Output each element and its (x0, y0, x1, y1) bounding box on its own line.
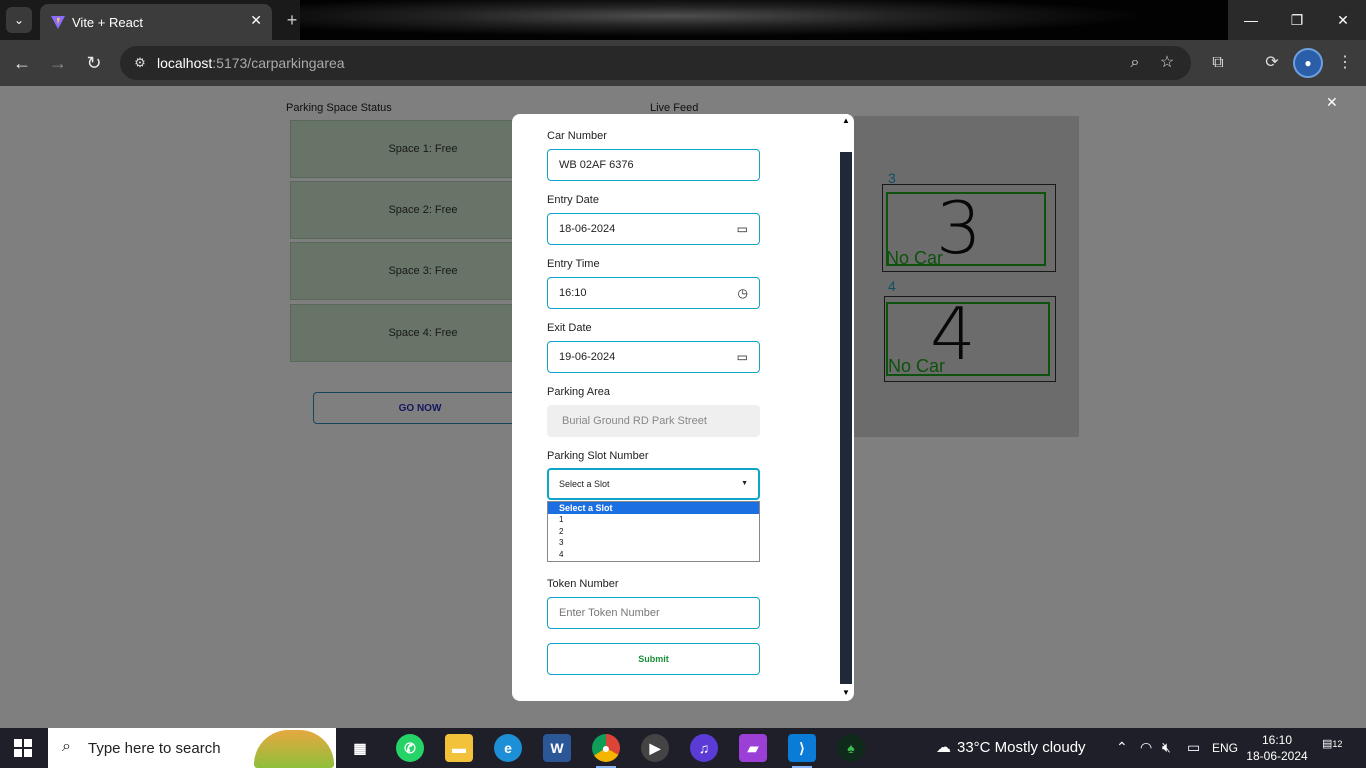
media-player-icon[interactable]: ▶ (641, 734, 669, 762)
site-info-icon[interactable]: ⚙ (130, 53, 150, 73)
bookmark-star-icon[interactable]: ☆ (1157, 53, 1177, 73)
exit-date-input[interactable]: 19-06-2024 ▭ (547, 341, 760, 373)
slot-option[interactable]: 1 (548, 514, 759, 526)
slot-select[interactable]: Select a Slot ▼ (547, 468, 760, 500)
entry-date-value: 18-06-2024 (559, 223, 616, 235)
clock-date: 18-06-2024 (1246, 749, 1308, 763)
notification-icon[interactable]: ▤12 (1322, 737, 1346, 759)
battery-icon[interactable]: ▭ (1187, 739, 1200, 756)
clock-time: 16:10 (1261, 733, 1293, 747)
forward-icon[interactable]: → (46, 51, 70, 75)
scrollbar-thumb[interactable] (840, 152, 852, 684)
token-placeholder: Enter Token Number (559, 607, 660, 619)
reload-icon[interactable]: ↻ (82, 51, 106, 75)
car-number-input[interactable]: WB 02AF 6376 (547, 149, 760, 181)
calendar-icon[interactable]: ▭ (737, 222, 748, 236)
url-path: :5173/carparkingarea (212, 55, 345, 71)
scroll-down-icon[interactable]: ▼ (842, 688, 850, 697)
slot-option[interactable]: 2 (548, 526, 759, 538)
entry-date-label: Entry Date (547, 194, 599, 206)
vscode-icon[interactable]: ⟩ (788, 734, 816, 768)
language-indicator[interactable]: ENG (1212, 741, 1238, 755)
audio-app-icon[interactable]: ♫ (690, 734, 718, 762)
volume-muted-icon[interactable]: 🔇︎ (1162, 739, 1171, 756)
exit-date-label: Exit Date (547, 322, 592, 334)
notification-count: 12 (1332, 739, 1343, 749)
windows-taskbar: ⌕ Type here to search ▦ ✆ ▬ e W ● ▶ ♫ ▰ … (0, 728, 1366, 768)
task-view-icon[interactable]: ▦ (346, 734, 374, 762)
zoom-icon[interactable]: ⌕ (1125, 53, 1145, 73)
submit-button[interactable]: Submit (547, 643, 760, 675)
slot-option[interactable]: Select a Slot (548, 502, 759, 514)
slot-selected-value: Select a Slot (559, 479, 610, 489)
address-bar[interactable]: ⚙ localhost:5173/carparkingarea ⌕ ☆ (120, 46, 1191, 80)
window-close-icon[interactable]: ✕ (1320, 0, 1366, 40)
exit-date-value: 19-06-2024 (559, 351, 616, 363)
browser-tab[interactable]: Vite + React ✕ (40, 4, 272, 40)
parking-area-input: Burial Ground RD Park Street (547, 405, 760, 437)
extensions-icon[interactable]: ⧉ (1207, 52, 1229, 74)
tab-search-button[interactable]: ⌄ (6, 7, 32, 33)
page-content: Parking Space Status Live Feed Space 1: … (0, 86, 1366, 728)
clock-icon[interactable]: ◷ (738, 286, 748, 300)
slot-option[interactable]: 4 (548, 549, 759, 561)
search-highlight-image (254, 730, 334, 768)
theme-background (300, 0, 1230, 40)
chevron-down-icon: ▼ (741, 480, 748, 487)
url-host: localhost (157, 55, 213, 71)
slot-number-label: Parking Slot Number (547, 450, 649, 462)
file-explorer-icon[interactable]: ▬ (445, 734, 473, 762)
edge-icon[interactable]: e (494, 734, 522, 762)
weather-text: 33°C Mostly cloudy (957, 738, 1086, 756)
token-number-label: Token Number (547, 578, 619, 590)
chrome-icon[interactable]: ● (592, 734, 620, 768)
mongodb-icon[interactable]: ♠ (837, 734, 865, 762)
browser-tab-bar: ⌄ Vite + React ✕ + — ❐ ✕ (0, 0, 1366, 40)
entry-date-input[interactable]: 18-06-2024 ▭ (547, 213, 760, 245)
car-number-label: Car Number (547, 130, 607, 142)
entry-time-label: Entry Time (547, 258, 600, 270)
profile-avatar[interactable]: ● (1293, 48, 1323, 78)
whatsapp-icon[interactable]: ✆ (396, 734, 424, 762)
calendar-icon[interactable]: ▭ (737, 350, 748, 364)
taskbar-search[interactable]: ⌕ Type here to search (48, 728, 336, 768)
new-tab-button[interactable]: + (282, 10, 302, 30)
sync-icon[interactable]: ⟳ (1261, 52, 1283, 74)
car-number-value: WB 02AF 6376 (559, 159, 634, 171)
booking-modal: Car Number WB 02AF 6376 Entry Date 18-06… (512, 114, 854, 701)
tab-title: Vite + React (72, 14, 143, 30)
word-icon[interactable]: W (543, 734, 571, 762)
browser-toolbar: ← → ↻ ⚙ localhost:5173/carparkingarea ⌕ … (0, 40, 1366, 86)
slot-dropdown-list: Select a Slot 1 2 3 4 (547, 501, 760, 562)
cloudy-icon: ☁ (936, 739, 951, 756)
windows-start-icon[interactable] (14, 739, 32, 757)
parking-area-value: Burial Ground RD Park Street (562, 415, 707, 427)
search-icon: ⌕ (62, 738, 71, 755)
back-icon[interactable]: ← (10, 51, 34, 75)
token-number-input[interactable]: Enter Token Number (547, 597, 760, 629)
url-text: localhost:5173/carparkingarea (157, 55, 345, 71)
minimize-icon[interactable]: — (1228, 0, 1274, 40)
scroll-up-icon[interactable]: ▲ (842, 116, 850, 125)
entry-time-value: 16:10 (559, 287, 587, 299)
menu-icon[interactable]: ⋮ (1334, 52, 1356, 74)
restore-icon[interactable]: ❐ (1274, 0, 1320, 40)
close-modal-icon[interactable]: ✕ (1326, 94, 1338, 111)
wifi-icon[interactable]: ◠ (1140, 739, 1152, 756)
slot-option[interactable]: 3 (548, 537, 759, 549)
clipchamp-icon[interactable]: ▰ (739, 734, 767, 762)
parking-area-label: Parking Area (547, 386, 610, 398)
weather-widget[interactable]: ☁ 33°C Mostly cloudy (936, 738, 1086, 757)
chevron-up-icon[interactable]: ⌃ (1116, 739, 1128, 756)
system-clock[interactable]: 16:10 18-06-2024 (1246, 732, 1308, 764)
search-placeholder: Type here to search (88, 739, 221, 757)
close-tab-icon[interactable]: ✕ (250, 12, 262, 29)
entry-time-input[interactable]: 16:10 ◷ (547, 277, 760, 309)
vite-logo-icon (51, 16, 65, 29)
